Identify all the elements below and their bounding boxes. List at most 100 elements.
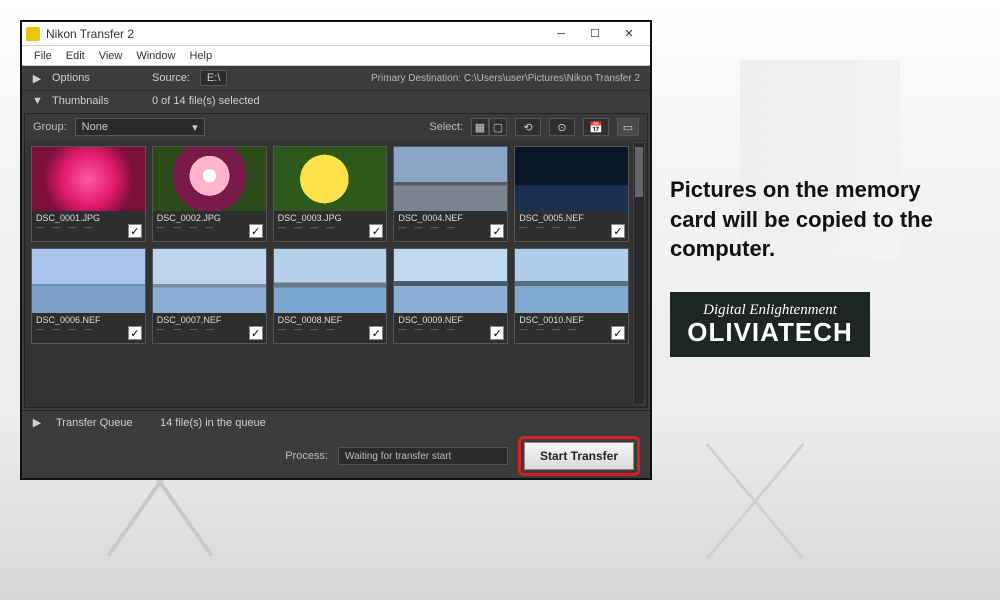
thumbnail-caption: DSC_0010.NEF— — — —✓ bbox=[515, 313, 628, 343]
filter-date-button[interactable]: 📅 bbox=[583, 118, 609, 136]
thumbnail-checkbox[interactable]: ✓ bbox=[611, 326, 625, 340]
thumbnail-item[interactable]: DSC_0004.NEF— — — —✓ bbox=[393, 146, 508, 242]
process-status-text: Waiting for transfer start bbox=[345, 451, 451, 462]
thumbnail-meta: — — — — bbox=[398, 223, 503, 232]
expand-options-icon[interactable]: ▶ bbox=[32, 72, 42, 85]
thumbnail-checkbox[interactable]: ✓ bbox=[490, 326, 504, 340]
thumbnail-image bbox=[394, 249, 507, 313]
process-row: Process: Waiting for transfer start Star… bbox=[22, 434, 650, 478]
group-dropdown-value: None bbox=[82, 121, 108, 133]
options-section: ▶ Options Source: E:\ Primary Destinatio… bbox=[22, 66, 650, 91]
thumbnail-item[interactable]: DSC_0010.NEF— — — —✓ bbox=[514, 248, 629, 344]
vertical-scrollbar[interactable] bbox=[633, 142, 645, 405]
source-label: Source: bbox=[152, 72, 190, 84]
thumbnail-caption: DSC_0003.JPG— — — —✓ bbox=[274, 211, 387, 241]
group-label: Group: bbox=[33, 121, 67, 133]
queue-label: Transfer Queue bbox=[56, 417, 146, 429]
thumbnail-filename: DSC_0006.NEF bbox=[36, 315, 141, 325]
brand-logo: Digital Enlightenment OLIVIATECH bbox=[670, 292, 870, 357]
group-dropdown[interactable]: None ▾ bbox=[75, 118, 205, 136]
start-transfer-highlight: Start Transfer bbox=[518, 436, 640, 476]
thumbnail-filename: DSC_0004.NEF bbox=[398, 213, 503, 223]
app-body: ▶ Options Source: E:\ Primary Destinatio… bbox=[22, 66, 650, 478]
thumbnail-meta: — — — — bbox=[278, 325, 383, 334]
thumbnail-meta: — — — — bbox=[36, 223, 141, 232]
thumbnail-meta: — — — — bbox=[36, 325, 141, 334]
close-button[interactable]: ✕ bbox=[612, 22, 646, 46]
thumbnail-image bbox=[274, 249, 387, 313]
thumbnail-item[interactable]: DSC_0009.NEF— — — —✓ bbox=[393, 248, 508, 344]
thumbnail-image bbox=[32, 147, 145, 211]
options-label: Options bbox=[52, 72, 142, 84]
select-label: Select: bbox=[429, 121, 463, 133]
thumbnail-size-button[interactable]: ▭ bbox=[617, 118, 639, 136]
thumbnail-item[interactable]: DSC_0002.JPG— — — —✓ bbox=[152, 146, 267, 242]
thumbnail-meta: — — — — bbox=[519, 223, 624, 232]
thumbnail-meta: — — — — bbox=[157, 223, 262, 232]
maximize-button[interactable]: ☐ bbox=[578, 22, 612, 46]
menu-help[interactable]: Help bbox=[183, 48, 218, 64]
thumbnail-checkbox[interactable]: ✓ bbox=[369, 224, 383, 238]
thumbnail-checkbox[interactable]: ✓ bbox=[128, 326, 142, 340]
thumbnail-checkbox[interactable]: ✓ bbox=[128, 224, 142, 238]
source-value: E:\ bbox=[200, 70, 227, 86]
start-transfer-button[interactable]: Start Transfer bbox=[524, 442, 634, 470]
destination-label: Primary Destination: C:\Users\user\Pictu… bbox=[371, 73, 640, 84]
minimize-button[interactable]: ─ bbox=[544, 22, 578, 46]
thumbnail-caption: DSC_0009.NEF— — — —✓ bbox=[394, 313, 507, 343]
thumbnail-caption: DSC_0005.NEF— — — —✓ bbox=[515, 211, 628, 241]
titlebar[interactable]: Nikon Transfer 2 ─ ☐ ✕ bbox=[22, 22, 650, 46]
scrollbar-handle[interactable] bbox=[635, 147, 643, 197]
thumbnail-checkbox[interactable]: ✓ bbox=[369, 326, 383, 340]
brand-tagline: Digital Enlightenment bbox=[703, 303, 837, 318]
select-none-button[interactable]: ▢ bbox=[489, 118, 507, 136]
thumbnail-image bbox=[153, 147, 266, 211]
thumbnail-checkbox[interactable]: ✓ bbox=[611, 224, 625, 238]
thumbnail-item[interactable]: DSC_0007.NEF— — — —✓ bbox=[152, 248, 267, 344]
menu-view[interactable]: View bbox=[93, 48, 129, 64]
menu-edit[interactable]: Edit bbox=[60, 48, 91, 64]
thumbnail-filename: DSC_0007.NEF bbox=[157, 315, 262, 325]
thumbnail-caption: DSC_0006.NEF— — — —✓ bbox=[32, 313, 145, 343]
filter-protected-button[interactable]: ⟲ bbox=[515, 118, 541, 136]
menu-file[interactable]: File bbox=[28, 48, 58, 64]
select-all-button[interactable]: ▦ bbox=[471, 118, 489, 136]
thumbnail-grid-wrap: DSC_0001.JPG— — — —✓DSC_0002.JPG— — — —✓… bbox=[25, 140, 647, 407]
thumbnail-filename: DSC_0010.NEF bbox=[519, 315, 624, 325]
thumbnail-item[interactable]: DSC_0005.NEF— — — —✓ bbox=[514, 146, 629, 242]
caption-panel: Pictures on the memory card will be copi… bbox=[670, 175, 970, 357]
thumbnails-panel: Group: None ▾ Select: ▦ ▢ ⟲ ⊙ 📅 ▭ DSC_00… bbox=[24, 113, 648, 408]
thumbnail-image bbox=[32, 249, 145, 313]
thumbnail-checkbox[interactable]: ✓ bbox=[249, 224, 263, 238]
thumbnail-grid: DSC_0001.JPG— — — —✓DSC_0002.JPG— — — —✓… bbox=[25, 140, 647, 350]
chevron-down-icon: ▾ bbox=[192, 121, 198, 134]
thumbnail-caption: DSC_0007.NEF— — — —✓ bbox=[153, 313, 266, 343]
thumbnail-image bbox=[394, 147, 507, 211]
caption-text: Pictures on the memory card will be copi… bbox=[670, 175, 970, 264]
thumbnail-caption: DSC_0004.NEF— — — —✓ bbox=[394, 211, 507, 241]
thumbnail-filename: DSC_0005.NEF bbox=[519, 213, 624, 223]
thumbnail-filename: DSC_0001.JPG bbox=[36, 213, 141, 223]
expand-queue-icon[interactable]: ▶ bbox=[32, 416, 42, 429]
menubar: File Edit View Window Help bbox=[22, 46, 650, 66]
thumbnail-item[interactable]: DSC_0001.JPG— — — —✓ bbox=[31, 146, 146, 242]
thumbnail-checkbox[interactable]: ✓ bbox=[249, 326, 263, 340]
transfer-queue-section: ▶ Transfer Queue 14 file(s) in the queue bbox=[22, 410, 650, 434]
brand-name: OLIVIATECH bbox=[687, 318, 853, 347]
thumbnails-toolbar: Group: None ▾ Select: ▦ ▢ ⟲ ⊙ 📅 ▭ bbox=[25, 114, 647, 140]
thumbnail-item[interactable]: DSC_0003.JPG— — — —✓ bbox=[273, 146, 388, 242]
thumbnails-status: 0 of 14 file(s) selected bbox=[152, 95, 260, 107]
thumbnails-section-header: ▼ Thumbnails 0 of 14 file(s) selected bbox=[22, 91, 650, 111]
thumbnail-meta: — — — — bbox=[519, 325, 624, 334]
queue-status: 14 file(s) in the queue bbox=[160, 417, 266, 429]
app-icon bbox=[26, 27, 40, 41]
thumbnail-meta: — — — — bbox=[278, 223, 383, 232]
thumbnail-filename: DSC_0009.NEF bbox=[398, 315, 503, 325]
menu-window[interactable]: Window bbox=[130, 48, 181, 64]
collapse-thumbnails-icon[interactable]: ▼ bbox=[32, 95, 42, 107]
thumbnail-checkbox[interactable]: ✓ bbox=[490, 224, 504, 238]
thumbnail-item[interactable]: DSC_0008.NEF— — — —✓ bbox=[273, 248, 388, 344]
thumbnail-image bbox=[274, 147, 387, 211]
filter-marked-button[interactable]: ⊙ bbox=[549, 118, 575, 136]
thumbnail-item[interactable]: DSC_0006.NEF— — — —✓ bbox=[31, 248, 146, 344]
